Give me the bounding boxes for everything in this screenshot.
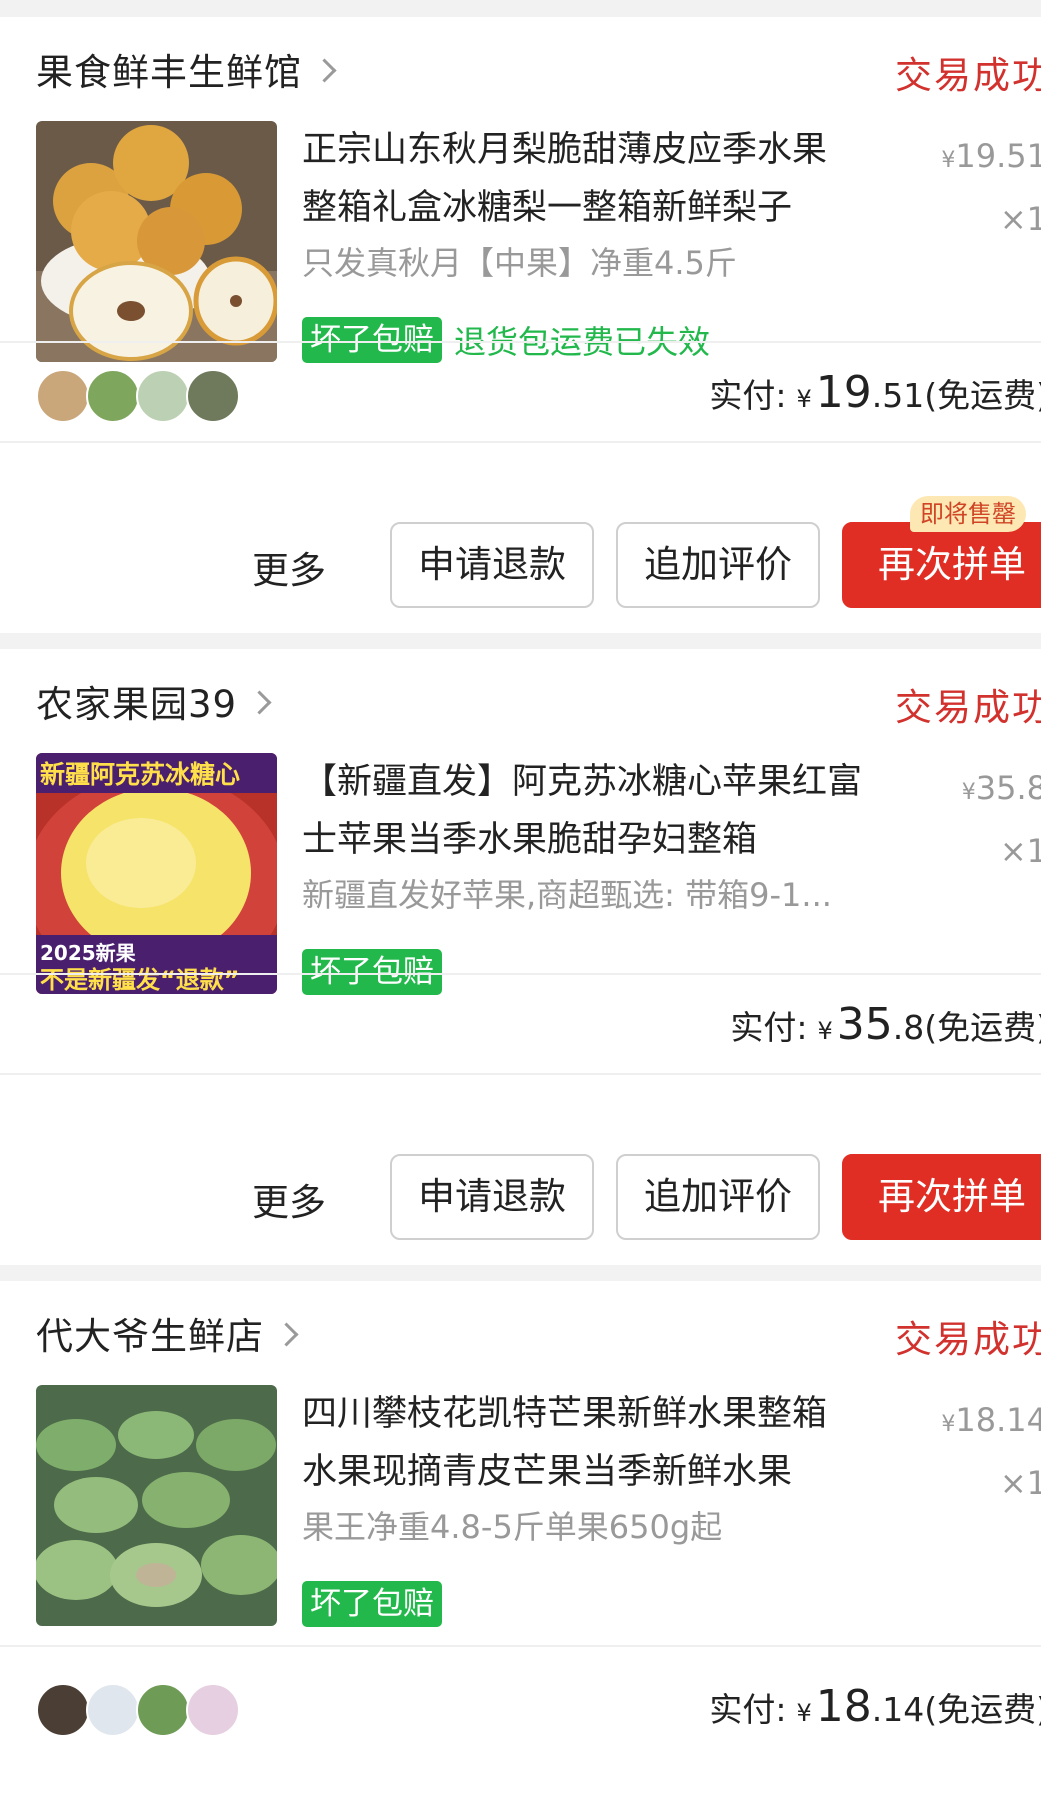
image-caption: 新疆阿克苏冰糖心 xyxy=(40,760,241,789)
yen-symbol: ¥ xyxy=(817,1017,833,1045)
product-spec: 新疆直发好苹果,商超甄选: 带箱9-1... xyxy=(302,876,832,914)
shop-name: 农家果园39 xyxy=(36,683,238,726)
shipping-note: (免运费) xyxy=(924,376,1041,415)
refund-button[interactable]: 申请退款 xyxy=(390,1154,594,1240)
paid-amount: 实付: ¥ 19 .51 (免运费) xyxy=(709,367,1041,418)
paid-decimal: .14 xyxy=(871,1690,925,1729)
avatar xyxy=(136,1683,190,1737)
order-status: 交易成功 xyxy=(895,1318,1041,1361)
product-title-line: 【新疆直发】阿克苏冰糖心苹果红富 xyxy=(302,762,863,802)
guarantee-badge: 坏了包赔 xyxy=(302,317,442,363)
yen-symbol: ¥ xyxy=(941,1412,956,1437)
action-bar: 更多 申请退款 追加评价 再次拼单 即将售罄 xyxy=(0,496,1041,612)
product-title-line: 整箱礼盒冰糖梨一整箱新鲜梨子 xyxy=(302,188,793,228)
product-title-line: 士苹果当季水果脆甜孕妇整箱 xyxy=(302,820,758,860)
action-bar: 更多 申请退款 追加评价 再次拼单 xyxy=(0,1154,1041,1244)
divider xyxy=(0,341,1041,343)
order-card: 农家果园39 交易成功 新疆阿克苏冰糖心 2025新果 不是新疆发“退款” 【新… xyxy=(0,649,1041,1265)
unit-price-value: 35.8 xyxy=(975,769,1041,807)
chevron-right-icon xyxy=(247,689,272,715)
divider xyxy=(0,1073,1041,1075)
shop-link[interactable]: 农家果园39 xyxy=(36,677,272,726)
divider xyxy=(0,973,1041,975)
sold-out-soon-tag: 即将售罄 xyxy=(910,496,1026,532)
unit-price-value: 18.14 xyxy=(955,1401,1041,1439)
unit-price: ¥19.51 ×1 xyxy=(941,127,1041,248)
badge-row: 坏了包赔 xyxy=(302,1581,442,1627)
more-button[interactable]: 更多 xyxy=(252,540,326,594)
avatar xyxy=(36,369,90,423)
badge-row: 坏了包赔 xyxy=(302,949,442,995)
unit-price: ¥35.8 ×1 xyxy=(962,759,1041,880)
refund-button[interactable]: 申请退款 xyxy=(390,522,594,608)
product-spec: 果王净重4.8-5斤单果650g起 xyxy=(302,1508,723,1546)
guarantee-badge: 坏了包赔 xyxy=(302,949,442,995)
order-status: 交易成功 xyxy=(895,54,1041,97)
divider xyxy=(0,1645,1041,1647)
quantity: ×1 xyxy=(999,1464,1041,1502)
image-caption: 不是新疆发“退款” xyxy=(40,966,240,994)
paid-label: 实付: xyxy=(730,1008,808,1047)
product-title[interactable]: 【新疆直发】阿克苏冰糖心苹果红富 士苹果当季水果脆甜孕妇整箱 xyxy=(302,753,902,869)
chevron-right-icon xyxy=(274,1321,299,1347)
yen-symbol: ¥ xyxy=(796,1699,812,1727)
shipping-note: (免运费) xyxy=(924,1008,1041,1047)
product-title-line: 正宗山东秋月梨脆甜薄皮应季水果 xyxy=(302,130,828,170)
order-card: 代大爷生鲜店 交易成功 四川攀枝花凯特芒果新鲜水果整箱 水果现摘青皮芒果当季新鲜… xyxy=(0,1281,1041,1801)
chevron-right-icon xyxy=(312,57,337,83)
shop-link[interactable]: 果食鲜丰生鲜馆 xyxy=(36,45,337,94)
add-review-button[interactable]: 追加评价 xyxy=(616,1154,820,1240)
yen-symbol: ¥ xyxy=(941,148,956,173)
paid-label: 实付: xyxy=(709,1690,787,1729)
paid-amount: 实付: ¥ 18 .14 (免运费) xyxy=(709,1681,1041,1732)
paid-integer: 19 xyxy=(815,367,872,418)
shipping-note: (免运费) xyxy=(924,1690,1041,1729)
return-shipping-note: 退货包运费已失效 xyxy=(454,323,711,361)
paid-amount: 实付: ¥ 35 .8 (免运费) xyxy=(730,999,1041,1050)
avatar-group[interactable] xyxy=(36,1683,240,1737)
paid-integer: 35 xyxy=(836,999,893,1050)
product-spec: 只发真秋月【中果】净重4.5斤 xyxy=(302,244,737,282)
yen-symbol: ¥ xyxy=(961,780,976,805)
more-button[interactable]: 更多 xyxy=(252,1172,326,1226)
paid-decimal: .51 xyxy=(871,376,925,415)
yen-symbol: ¥ xyxy=(796,385,812,413)
badge-row: 坏了包赔 退货包运费已失效 xyxy=(302,317,710,363)
unit-price-value: 19.51 xyxy=(955,137,1041,175)
product-title[interactable]: 四川攀枝花凯特芒果新鲜水果整箱 水果现摘青皮芒果当季新鲜水果 xyxy=(302,1385,902,1501)
reorder-button[interactable]: 再次拼单 xyxy=(842,1154,1041,1240)
add-review-button[interactable]: 追加评价 xyxy=(616,522,820,608)
pear-product-image[interactable] xyxy=(36,121,277,362)
order-status: 交易成功 xyxy=(895,686,1041,729)
shop-name: 果食鲜丰生鲜馆 xyxy=(36,51,302,94)
avatar xyxy=(36,1683,90,1737)
guarantee-badge: 坏了包赔 xyxy=(302,1581,442,1627)
mango-product-image[interactable] xyxy=(36,1385,277,1626)
avatar xyxy=(186,1683,240,1737)
quantity: ×1 xyxy=(999,200,1041,238)
avatar-group[interactable] xyxy=(36,369,240,423)
quantity: ×1 xyxy=(999,832,1041,870)
avatar xyxy=(136,369,190,423)
paid-integer: 18 xyxy=(815,1681,872,1732)
paid-label: 实付: xyxy=(709,376,787,415)
order-card: 果食鲜丰生鲜馆 交易成功 正宗山东秋月梨脆甜薄皮应季水果 整箱礼盒冰糖梨一整箱新… xyxy=(0,17,1041,633)
avatar xyxy=(86,1683,140,1737)
avatar xyxy=(86,369,140,423)
product-title[interactable]: 正宗山东秋月梨脆甜薄皮应季水果 整箱礼盒冰糖梨一整箱新鲜梨子 xyxy=(302,121,902,237)
unit-price: ¥18.14 ×1 xyxy=(941,1391,1041,1512)
shop-name: 代大爷生鲜店 xyxy=(36,1315,264,1358)
avatar xyxy=(186,369,240,423)
shop-link[interactable]: 代大爷生鲜店 xyxy=(36,1309,299,1358)
reorder-button[interactable]: 再次拼单 xyxy=(842,522,1041,608)
apple-product-image[interactable]: 新疆阿克苏冰糖心 2025新果 不是新疆发“退款” xyxy=(36,753,277,994)
divider xyxy=(0,441,1041,443)
product-title-line: 四川攀枝花凯特芒果新鲜水果整箱 xyxy=(302,1394,828,1434)
paid-decimal: .8 xyxy=(892,1008,925,1047)
product-title-line: 水果现摘青皮芒果当季新鲜水果 xyxy=(302,1452,793,1492)
